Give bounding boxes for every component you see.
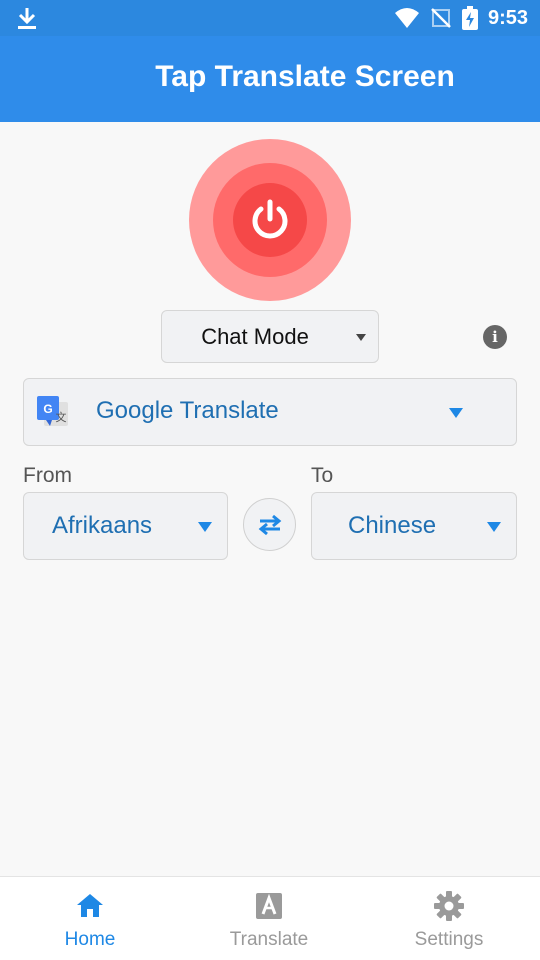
- bottom-navigation: Home Translate Settings: [0, 876, 540, 960]
- source-language-dropdown[interactable]: Afrikaans: [23, 492, 228, 560]
- translation-engine-value: Google Translate: [96, 397, 279, 424]
- nav-item-home[interactable]: Home: [0, 877, 180, 960]
- download-icon: [18, 8, 36, 29]
- google-translate-icon: G 文: [37, 396, 68, 426]
- wifi-icon: [394, 8, 419, 28]
- chevron-down-icon: [356, 334, 366, 341]
- translate-icon: [256, 893, 282, 919]
- swap-languages-button[interactable]: [243, 498, 296, 551]
- clock: 9:53: [487, 6, 528, 29]
- nav-item-label: Home: [64, 929, 116, 950]
- nav-item-label: Settings: [414, 929, 484, 950]
- mode-dropdown[interactable]: Chat Mode: [161, 310, 379, 363]
- power-button-core: [233, 183, 307, 257]
- power-button-mid-ring: [213, 163, 327, 277]
- svg-text:G: G: [43, 402, 52, 416]
- chevron-down-icon: [198, 522, 212, 532]
- no-sim-icon: [431, 8, 451, 28]
- nav-item-label: Translate: [229, 929, 309, 950]
- svg-text:文: 文: [56, 410, 67, 424]
- from-label: From: [23, 464, 72, 487]
- chevron-down-icon: [487, 522, 501, 532]
- battery-charging-icon: [461, 6, 478, 30]
- chevron-down-icon: [449, 408, 463, 418]
- info-icon[interactable]: i: [483, 325, 507, 349]
- home-icon: [77, 894, 103, 917]
- nav-item-translate[interactable]: Translate: [179, 877, 359, 960]
- page-title: Tap Translate Screen: [155, 60, 455, 93]
- gear-icon: [434, 891, 464, 921]
- nav-item-settings[interactable]: Settings: [359, 877, 539, 960]
- swap-icon: [258, 514, 281, 535]
- mode-dropdown-value: Chat Mode: [201, 324, 309, 349]
- target-language-value: Chinese: [348, 512, 437, 539]
- source-language-value: Afrikaans: [52, 512, 153, 539]
- to-label: To: [311, 464, 334, 487]
- power-icon: [252, 199, 288, 239]
- status-bar: 9:53: [0, 0, 540, 36]
- power-button[interactable]: [189, 139, 351, 301]
- target-language-dropdown[interactable]: Chinese: [311, 492, 517, 560]
- app-bar: Tap Translate Screen: [0, 36, 540, 122]
- translation-engine-dropdown[interactable]: G 文 Google Translate: [23, 378, 517, 446]
